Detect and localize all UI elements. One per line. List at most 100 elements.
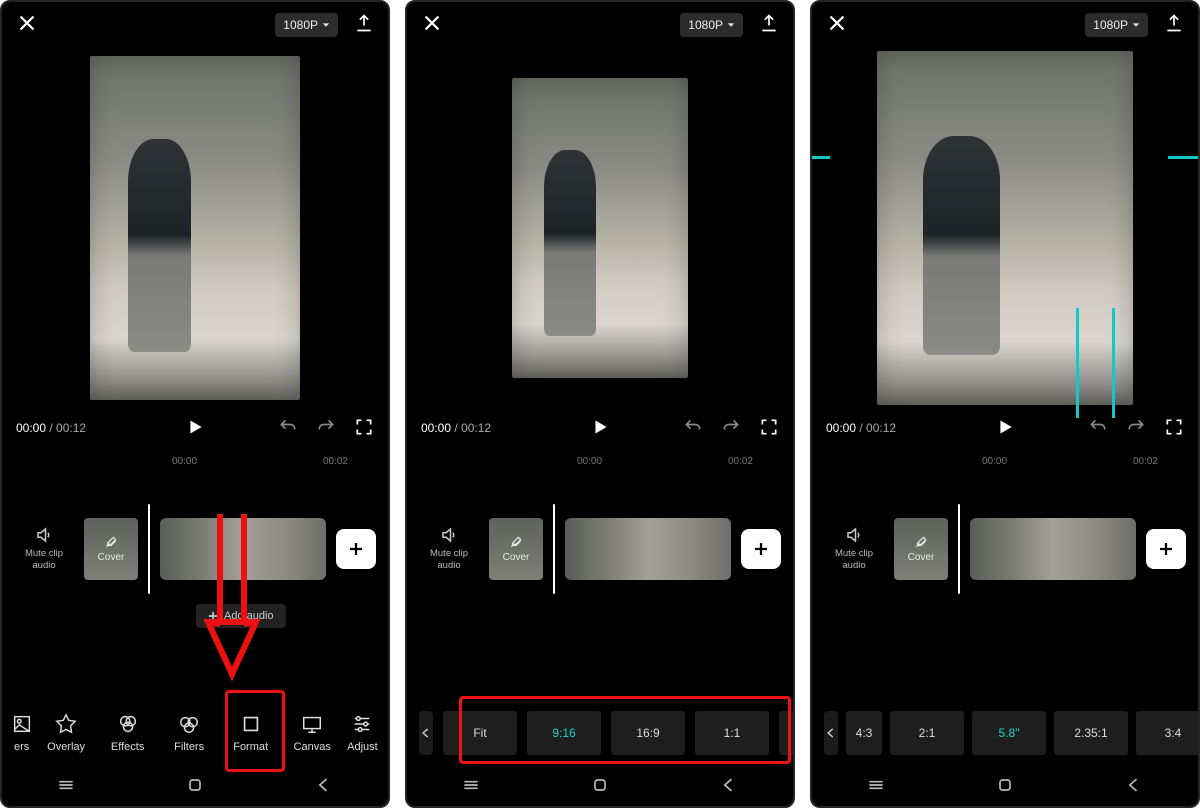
screen-1: 1080P 00:00 / 00:12 00:0000:02 Mute clip… xyxy=(0,0,390,808)
nav-back-icon[interactable] xyxy=(314,775,334,800)
ratio-fit[interactable]: Fit xyxy=(443,711,517,755)
add-clip-button[interactable] xyxy=(336,529,376,569)
nav-home-icon[interactable] xyxy=(590,775,610,800)
redo-icon[interactable] xyxy=(721,417,741,440)
ratio-bar: 4:3 2:1 5.8" 2.35:1 3:4 1.85:1 xyxy=(812,700,1198,766)
time-display: 00:00 / 00:12 xyxy=(421,421,491,435)
ratio-1-1[interactable]: 1:1 xyxy=(695,711,769,755)
resolution-button[interactable]: 1080P xyxy=(680,13,743,37)
ratio-16-9[interactable]: 16:9 xyxy=(611,711,685,755)
cover-button[interactable]: Cover xyxy=(894,518,948,580)
crop-marker xyxy=(1168,156,1198,159)
playhead[interactable] xyxy=(148,504,150,594)
resolution-label: 1080P xyxy=(1093,18,1128,32)
timeline-ruler: 00:0000:02 xyxy=(2,450,388,472)
android-nav xyxy=(2,768,388,806)
ratio-2-1[interactable]: 2:1 xyxy=(890,711,964,755)
video-clip[interactable] xyxy=(970,518,1136,580)
preview-area[interactable]: Use both fingers to resize your video xyxy=(407,48,793,408)
mute-clip-button[interactable]: Mute clipaudio xyxy=(419,526,479,573)
video-preview xyxy=(512,78,688,378)
tool-partial[interactable]: ers xyxy=(8,713,35,753)
redo-icon[interactable] xyxy=(1126,417,1146,440)
timeline-ruler: 00:0000:02 xyxy=(407,450,793,472)
add-clip-button[interactable] xyxy=(741,529,781,569)
tool-canvas[interactable]: Canvas xyxy=(281,713,343,753)
play-button[interactable] xyxy=(185,417,205,440)
video-clip[interactable] xyxy=(565,518,731,580)
bottom-toolbar: ers Overlay Effects Filters Format Canva… xyxy=(2,700,388,766)
ratio-4-3[interactable]: 4:3 xyxy=(779,711,795,755)
time-display: 00:00 / 00:12 xyxy=(826,421,896,435)
playhead[interactable] xyxy=(553,504,555,594)
undo-icon[interactable] xyxy=(278,417,298,440)
fullscreen-icon[interactable] xyxy=(1164,417,1184,440)
fullscreen-icon[interactable] xyxy=(759,417,779,440)
timeline[interactable]: Mute clipaudio Cover xyxy=(812,510,1198,588)
android-nav xyxy=(812,768,1198,806)
ratio-bar: Fit 9:16 16:9 1:1 4:3 xyxy=(407,700,793,766)
close-icon[interactable] xyxy=(421,12,443,39)
crop-marker xyxy=(1076,308,1079,418)
nav-back-icon[interactable] xyxy=(1124,775,1144,800)
playback-row: 00:00 / 00:12 xyxy=(407,408,793,448)
add-clip-button[interactable] xyxy=(1146,529,1186,569)
screen-3: 1080P Use both fingers to resize your vi… xyxy=(810,0,1200,808)
redo-icon[interactable] xyxy=(316,417,336,440)
preview-area[interactable]: Use both fingers to resize your video xyxy=(812,48,1198,408)
export-icon[interactable] xyxy=(354,13,374,38)
mute-clip-button[interactable]: Mute clipaudio xyxy=(14,526,74,573)
chevron-down-icon xyxy=(1132,21,1140,29)
nav-home-icon[interactable] xyxy=(185,775,205,800)
undo-icon[interactable] xyxy=(1088,417,1108,440)
nav-recents-icon[interactable] xyxy=(461,775,481,800)
timeline[interactable]: Mute clipaudio Cover xyxy=(407,510,793,588)
nav-back-icon[interactable] xyxy=(719,775,739,800)
tool-effects[interactable]: Effects xyxy=(97,713,159,753)
ratio-4-3[interactable]: 4:3 xyxy=(846,711,882,755)
resolution-button[interactable]: 1080P xyxy=(1085,13,1148,37)
time-display: 00:00 / 00:12 xyxy=(16,421,86,435)
tool-filters[interactable]: Filters xyxy=(158,713,220,753)
nav-recents-icon[interactable] xyxy=(866,775,886,800)
play-button[interactable] xyxy=(995,417,1015,440)
resolution-button[interactable]: 1080P xyxy=(275,13,338,37)
back-button[interactable] xyxy=(419,711,433,755)
video-clip[interactable] xyxy=(160,518,326,580)
add-audio-button[interactable]: Add audio xyxy=(196,604,286,628)
video-preview xyxy=(90,56,300,400)
ratio-3-4[interactable]: 3:4 xyxy=(1136,711,1200,755)
nav-recents-icon[interactable] xyxy=(56,775,76,800)
tool-format[interactable]: Format xyxy=(220,713,282,753)
timeline[interactable]: Mute clipaudio Cover xyxy=(2,510,388,588)
top-bar: 1080P xyxy=(2,2,388,48)
top-bar: 1080P xyxy=(407,2,793,48)
export-icon[interactable] xyxy=(1164,13,1184,38)
tool-overlay[interactable]: Overlay xyxy=(35,713,97,753)
preview-area[interactable] xyxy=(2,48,388,408)
mute-clip-button[interactable]: Mute clipaudio xyxy=(824,526,884,573)
top-bar: 1080P xyxy=(812,2,1198,48)
play-button[interactable] xyxy=(590,417,610,440)
close-icon[interactable] xyxy=(826,12,848,39)
resolution-label: 1080P xyxy=(283,18,318,32)
crop-marker xyxy=(1112,308,1115,418)
nav-home-icon[interactable] xyxy=(995,775,1015,800)
cover-button[interactable]: Cover xyxy=(84,518,138,580)
chevron-down-icon xyxy=(322,21,330,29)
ratio-2-35-1[interactable]: 2.35:1 xyxy=(1054,711,1128,755)
playhead[interactable] xyxy=(958,504,960,594)
back-button[interactable] xyxy=(824,711,838,755)
ratio-5-8[interactable]: 5.8" xyxy=(972,711,1046,755)
playback-row: 00:00 / 00:12 xyxy=(2,408,388,448)
screen-2: 1080P Use both fingers to resize your vi… xyxy=(405,0,795,808)
tool-adjust[interactable]: Adjust xyxy=(343,713,382,753)
android-nav xyxy=(407,768,793,806)
fullscreen-icon[interactable] xyxy=(354,417,374,440)
undo-icon[interactable] xyxy=(683,417,703,440)
chevron-down-icon xyxy=(727,21,735,29)
close-icon[interactable] xyxy=(16,12,38,39)
ratio-9-16[interactable]: 9:16 xyxy=(527,711,601,755)
export-icon[interactable] xyxy=(759,13,779,38)
cover-button[interactable]: Cover xyxy=(489,518,543,580)
